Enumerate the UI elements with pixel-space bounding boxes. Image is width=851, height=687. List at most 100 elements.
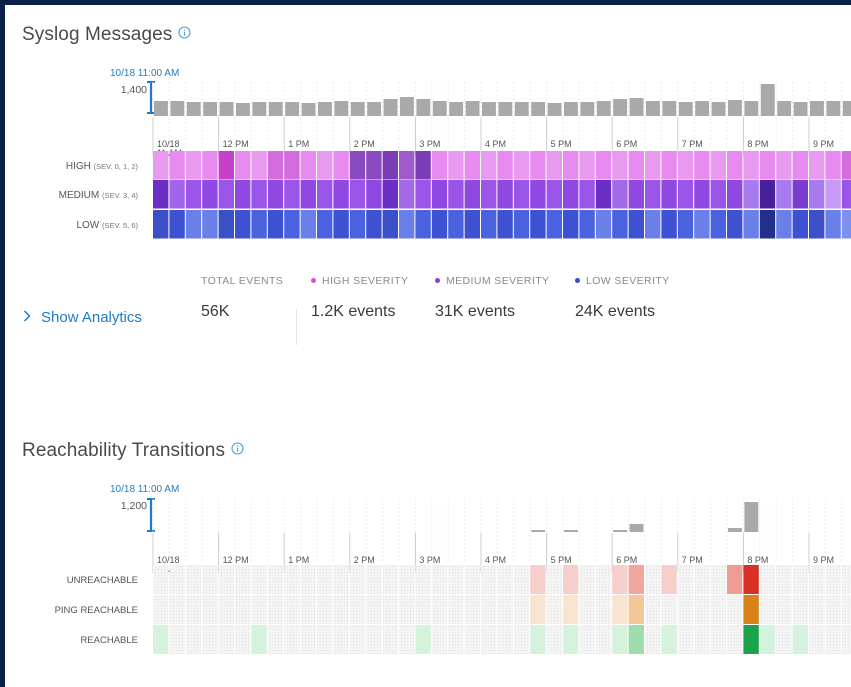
reach-cell[interactable]: [513, 595, 530, 624]
reach-cell[interactable]: [776, 625, 792, 654]
transition-bar[interactable]: [728, 528, 742, 532]
reach-cell[interactable]: [579, 625, 595, 654]
transition-bar[interactable]: [531, 530, 546, 532]
reach-cell[interactable]: [202, 595, 218, 624]
reach-cell[interactable]: [677, 595, 694, 624]
reach-cell[interactable]: [628, 565, 644, 594]
transition-bar[interactable]: [613, 530, 628, 532]
reach-cell[interactable]: [235, 625, 251, 654]
reach-cell[interactable]: [661, 565, 677, 594]
reach-cell[interactable]: [235, 595, 251, 624]
reach-cell[interactable]: [464, 565, 480, 594]
reach-cell[interactable]: [431, 565, 448, 594]
reach-cell[interactable]: [727, 565, 743, 594]
reach-cell[interactable]: [235, 565, 251, 594]
reach-cell[interactable]: [169, 595, 185, 624]
reach-cell[interactable]: [317, 625, 333, 654]
reach-cell[interactable]: [530, 595, 546, 624]
reach-cell[interactable]: [694, 595, 710, 624]
reach-cell[interactable]: [661, 595, 677, 624]
reach-cell[interactable]: [300, 595, 316, 624]
reach-cell[interactable]: [841, 625, 851, 654]
reach-cell[interactable]: [563, 565, 579, 594]
reach-cell[interactable]: [169, 625, 185, 654]
reach-cell[interactable]: [317, 595, 333, 624]
reach-cell[interactable]: [448, 625, 464, 654]
reach-cell[interactable]: [841, 565, 851, 594]
reach-cell[interactable]: [710, 625, 726, 654]
reach-cell[interactable]: [202, 565, 218, 594]
transition-bar[interactable]: [744, 502, 759, 532]
reach-cell[interactable]: [809, 595, 825, 624]
reach-cell[interactable]: [251, 595, 267, 624]
reach-cell[interactable]: [448, 595, 464, 624]
reach-cell[interactable]: [825, 595, 841, 624]
reach-cell[interactable]: [448, 565, 464, 594]
reach-cell[interactable]: [366, 595, 382, 624]
reach-cell[interactable]: [267, 595, 284, 624]
reach-cell[interactable]: [284, 565, 300, 594]
reach-cell[interactable]: [710, 595, 726, 624]
reach-cell[interactable]: [612, 595, 628, 624]
reach-cell[interactable]: [841, 595, 851, 624]
reach-cell[interactable]: [333, 595, 349, 624]
reach-cell[interactable]: [153, 565, 169, 594]
reach-cell[interactable]: [497, 565, 513, 594]
reach-cell[interactable]: [759, 565, 776, 594]
reach-cell[interactable]: [481, 565, 497, 594]
reach-cell[interactable]: [399, 565, 415, 594]
reach-cell[interactable]: [825, 625, 841, 654]
reach-cell[interactable]: [267, 565, 284, 594]
reach-cell[interactable]: [743, 625, 759, 654]
reach-cell[interactable]: [694, 625, 710, 654]
reach-cell[interactable]: [792, 565, 808, 594]
reach-cell[interactable]: [809, 625, 825, 654]
reach-cell[interactable]: [628, 625, 644, 654]
reach-cell[interactable]: [825, 565, 841, 594]
reach-cell[interactable]: [382, 625, 398, 654]
reach-cell[interactable]: [300, 565, 316, 594]
reach-cell[interactable]: [153, 595, 169, 624]
reach-cell[interactable]: [153, 625, 169, 654]
reach-cell[interactable]: [809, 565, 825, 594]
reach-cell[interactable]: [284, 595, 300, 624]
reach-cell[interactable]: [366, 565, 382, 594]
reach-cell[interactable]: [743, 565, 759, 594]
reach-cell[interactable]: [251, 565, 267, 594]
reach-cell[interactable]: [530, 625, 546, 654]
reach-cell[interactable]: [349, 565, 366, 594]
reach-cell[interactable]: [382, 565, 398, 594]
reach-cell[interactable]: [185, 595, 202, 624]
reach-cell[interactable]: [645, 595, 661, 624]
reach-cell[interactable]: [612, 625, 628, 654]
reach-cell[interactable]: [497, 625, 513, 654]
reach-cell[interactable]: [431, 625, 448, 654]
reach-cell[interactable]: [382, 595, 398, 624]
reach-time-cursor[interactable]: [147, 498, 155, 532]
reach-cell[interactable]: [349, 595, 366, 624]
reach-cell[interactable]: [481, 595, 497, 624]
transition-bar[interactable]: [629, 524, 644, 532]
reach-cell[interactable]: [743, 595, 759, 624]
reach-cell[interactable]: [366, 625, 382, 654]
reach-cell[interactable]: [481, 625, 497, 654]
reach-cell[interactable]: [169, 565, 185, 594]
reach-cell[interactable]: [677, 625, 694, 654]
reach-cell[interactable]: [645, 625, 661, 654]
reach-cell[interactable]: [645, 565, 661, 594]
reach-cell[interactable]: [349, 625, 366, 654]
reach-cell[interactable]: [300, 625, 316, 654]
reach-cell[interactable]: [759, 595, 776, 624]
reach-cell[interactable]: [759, 625, 776, 654]
reach-cell[interactable]: [497, 595, 513, 624]
reach-cell[interactable]: [792, 595, 808, 624]
reach-cell[interactable]: [776, 565, 792, 594]
reach-cell[interactable]: [218, 565, 234, 594]
reach-cell[interactable]: [513, 625, 530, 654]
reach-cell[interactable]: [185, 565, 202, 594]
reach-cell[interactable]: [464, 625, 480, 654]
transition-bar[interactable]: [564, 530, 578, 532]
reach-cell[interactable]: [415, 565, 431, 594]
reach-cell[interactable]: [694, 565, 710, 594]
reach-cell[interactable]: [546, 625, 562, 654]
